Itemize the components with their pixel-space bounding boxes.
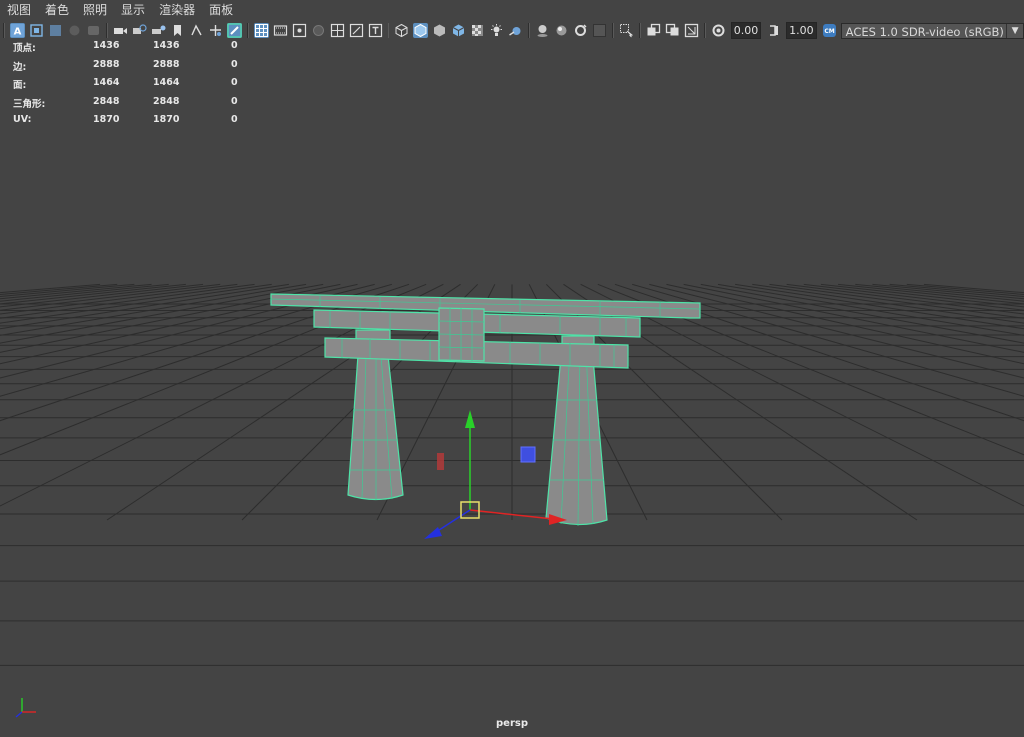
xy-plane-handle	[520, 446, 536, 463]
gate-mask-icon[interactable]	[311, 23, 326, 38]
camera-lock-icon[interactable]	[151, 23, 166, 38]
grid-line	[0, 283, 204, 308]
grid-line	[803, 283, 1024, 311]
maya-viewport-panel: 视图 着色 照明 显示 渲染器 面板 A 0.00 1.00 CM ACES 1…	[0, 0, 1024, 737]
panel-toolbar: A 0.00 1.00 CM ACES 1.0 SDR-video (sRGB)…	[0, 20, 1024, 41]
left-pillar	[347, 354, 404, 501]
menu-shading[interactable]: 着色	[38, 0, 76, 20]
motion-blur-icon[interactable]	[535, 23, 550, 38]
menu-view[interactable]: 视图	[0, 0, 38, 20]
grid-line	[752, 283, 1024, 324]
toolbar-divider	[528, 23, 531, 38]
grid-line	[820, 283, 1024, 308]
grid-line	[0, 283, 135, 298]
image-plane-icon[interactable]	[67, 23, 82, 38]
menu-panels[interactable]: 面板	[202, 0, 240, 20]
toolbar-divider	[105, 23, 108, 38]
shadows-icon[interactable]	[489, 23, 504, 38]
svg-text:A: A	[13, 27, 21, 38]
grid-line	[0, 283, 221, 311]
ground-grid	[0, 283, 1024, 666]
backface-culling-icon[interactable]	[684, 23, 699, 38]
xray-icon[interactable]	[619, 23, 634, 38]
bookmarks-icon[interactable]	[48, 23, 63, 38]
menu-lighting[interactable]: 照明	[76, 0, 114, 20]
panel-menu-bar: 视图 着色 照明 显示 渲染器 面板	[0, 0, 1024, 20]
camera-icon[interactable]	[113, 23, 128, 38]
3d-viewport[interactable]	[0, 41, 1024, 737]
right-pillar	[545, 345, 608, 526]
colorspace-dropdown[interactable]: ACES 1.0 SDR-video (sRGB) ▼	[840, 22, 1024, 39]
smooth-shade-icon[interactable]	[413, 23, 429, 38]
xray-joints-icon[interactable]	[665, 23, 680, 38]
grid-line	[0, 283, 238, 315]
depth-of-field-icon[interactable]	[573, 23, 588, 38]
colorspace-value: ACES 1.0 SDR-video (sRGB)	[845, 24, 1004, 39]
camera-name-label: persp	[496, 718, 528, 729]
image-plane-toggle-icon[interactable]	[189, 23, 204, 38]
xray-active-icon[interactable]	[646, 23, 661, 38]
2d-pan-zoom-icon[interactable]	[86, 23, 101, 38]
select-camera-icon[interactable]: A	[9, 23, 25, 38]
grid-line	[597, 283, 1024, 456]
grid-line	[0, 283, 307, 336]
chevron-down-icon[interactable]: ▼	[1006, 23, 1023, 38]
camera-cycle-icon[interactable]	[132, 23, 147, 38]
bounding-box-icon[interactable]	[432, 23, 447, 38]
z-axis-handle	[424, 527, 442, 539]
isolate-select-icon[interactable]	[592, 23, 607, 38]
menu-renderer[interactable]: 渲染器	[152, 0, 202, 20]
y-axis-handle	[465, 410, 475, 428]
grease-pencil-icon[interactable]	[226, 23, 242, 38]
exposure-icon[interactable]	[711, 23, 726, 38]
bookmark-icon[interactable]	[170, 23, 185, 38]
toolbar-divider	[639, 23, 641, 38]
grid-line	[0, 283, 272, 324]
move-manipulator[interactable]	[424, 410, 567, 539]
grid-icon[interactable]	[253, 23, 269, 38]
toolbar-divider	[387, 23, 390, 38]
field-chart-icon[interactable]	[330, 23, 345, 38]
torii-gate-model[interactable]	[270, 293, 701, 527]
toolbar-divider	[246, 23, 249, 38]
safe-action-icon[interactable]	[349, 23, 364, 38]
textured-icon[interactable]	[451, 23, 466, 38]
grid-line	[0, 283, 341, 353]
toolbar-divider	[3, 23, 5, 38]
safe-title-icon[interactable]	[368, 23, 383, 38]
toolbar-divider	[703, 23, 706, 38]
svg-text:CM: CM	[824, 28, 834, 35]
gamma-field[interactable]: 1.00	[786, 22, 817, 39]
screen-space-ao-icon[interactable]	[508, 23, 523, 38]
menu-show[interactable]: 显示	[114, 0, 152, 20]
yz-plane-handle	[437, 453, 444, 470]
gamma-icon[interactable]	[766, 23, 781, 38]
exposure-field[interactable]: 0.00	[730, 22, 762, 39]
film-gate-icon[interactable]	[273, 23, 288, 38]
grid-line	[786, 283, 1024, 315]
grid-line	[889, 283, 1024, 298]
use-all-lights-icon[interactable]	[470, 23, 485, 38]
anti-aliasing-icon[interactable]	[554, 23, 569, 38]
view-axis-indicator	[12, 692, 44, 720]
toolbar-divider	[612, 23, 615, 38]
grid-line	[0, 283, 101, 294]
resolution-gate-icon[interactable]	[292, 23, 307, 38]
grid-line	[580, 283, 1024, 507]
wireframe-icon[interactable]	[394, 23, 409, 38]
camera-attributes-icon[interactable]	[29, 23, 44, 38]
grid-line	[717, 283, 1024, 336]
pan-zoom-icon[interactable]	[208, 23, 223, 38]
grid-line	[683, 283, 1024, 353]
grid-line	[923, 283, 1024, 294]
view-transform-icon[interactable]: CM	[822, 23, 837, 38]
